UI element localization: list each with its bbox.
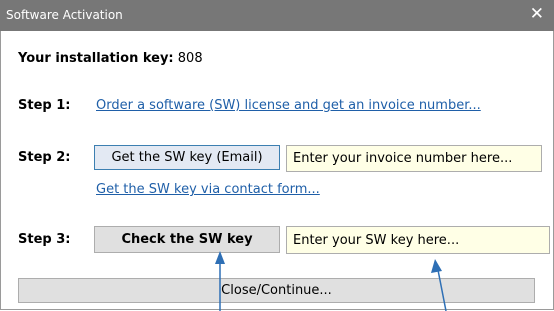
- order-license-link[interactable]: Order a software (SW) license and get an…: [96, 98, 481, 113]
- installation-key-value: 808: [177, 51, 203, 66]
- step-1-label: Step 1:: [18, 98, 71, 113]
- invoice-number-input[interactable]: [286, 145, 542, 172]
- close-continue-button[interactable]: Close/Continue...: [18, 278, 535, 303]
- contact-form-link[interactable]: Get the SW key via contact form...: [96, 182, 320, 197]
- window-title: Software Activation: [6, 8, 123, 22]
- window-titlebar: Software Activation ✕: [0, 0, 554, 31]
- installation-key-label: Your installation key:: [18, 51, 174, 66]
- installation-key-line: Your installation key: 808: [18, 51, 203, 66]
- close-icon[interactable]: ✕: [530, 4, 544, 24]
- get-key-email-button[interactable]: Get the SW key (Email): [94, 145, 280, 170]
- step-2-label: Step 2:: [18, 150, 71, 165]
- sw-key-input[interactable]: [286, 226, 550, 254]
- check-key-button[interactable]: Check the SW key: [94, 226, 280, 253]
- step-3-label: Step 3:: [18, 232, 71, 247]
